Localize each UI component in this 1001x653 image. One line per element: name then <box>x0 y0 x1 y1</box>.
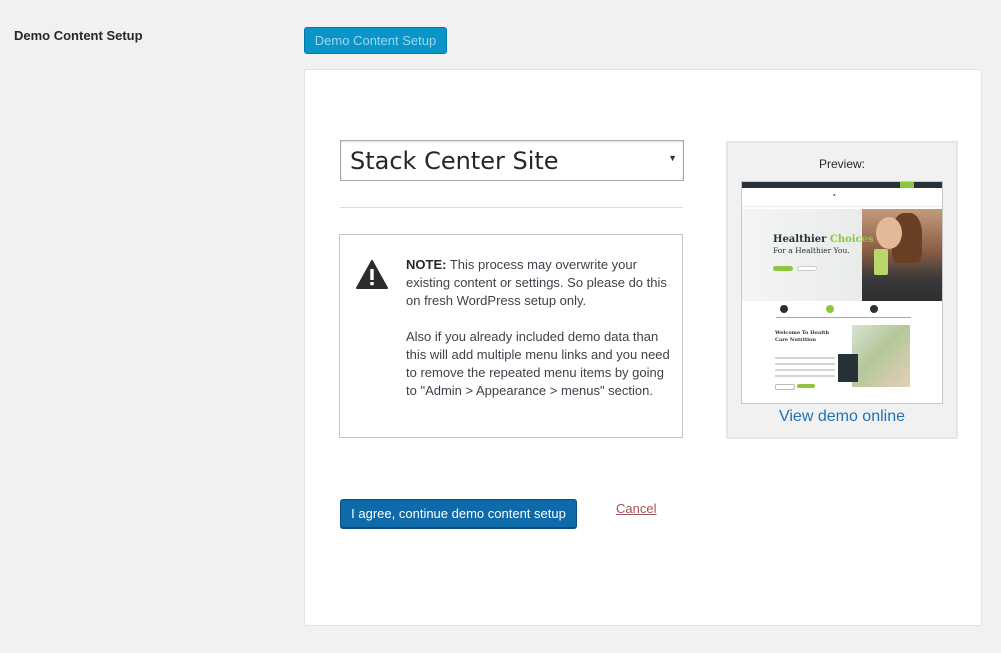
view-demo-link[interactable]: View demo online <box>728 408 956 426</box>
demo-content-setup-button[interactable]: Demo Content Setup <box>304 27 447 54</box>
note-box: NOTE: This process may overwrite your ex… <box>339 234 683 438</box>
note-text-1: This process may overwrite your existing… <box>406 257 667 308</box>
note-text-2: Also if you already included demo data t… <box>406 329 670 398</box>
site-select[interactable]: Stack Center Site ▼ <box>340 140 684 181</box>
section-label: Demo Content Setup <box>14 28 143 43</box>
agree-continue-button[interactable]: I agree, continue demo content setup <box>340 499 577 528</box>
preview-box: Preview: ● Healthier Choices For a Healt… <box>726 141 958 439</box>
cancel-link[interactable]: Cancel <box>616 501 656 516</box>
note-text: NOTE: This process may overwrite your ex… <box>406 256 670 418</box>
dropdown-arrow-icon: ▼ <box>668 153 677 163</box>
note-title: NOTE: <box>406 257 447 272</box>
preview-thumbnail: ● Healthier Choices For a Healthier You.… <box>741 181 943 404</box>
warning-icon <box>356 260 388 289</box>
divider <box>340 207 683 208</box>
site-select-value: Stack Center Site <box>350 147 559 175</box>
preview-label: Preview: <box>818 157 865 171</box>
